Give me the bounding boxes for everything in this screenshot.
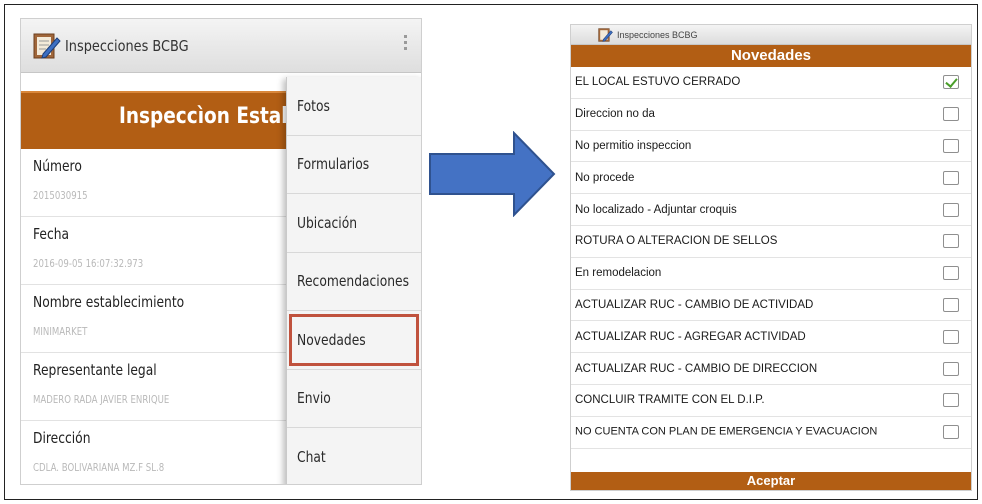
- menu-item-label: Fotos: [297, 96, 330, 115]
- list-item[interactable]: ACTUALIZAR RUC - AGREGAR ACTIVIDAD: [571, 321, 971, 354]
- overflow-menu: Fotos Formularios Ubicación Recomendacio…: [286, 77, 421, 484]
- item-label: No permitio inspeccion: [575, 139, 692, 152]
- list-item[interactable]: No permitio inspeccion: [571, 131, 971, 163]
- item-label: NO CUENTA CON PLAN DE EMERGENCIA Y EVACU…: [575, 425, 878, 438]
- menu-item-envio[interactable]: Envio: [287, 370, 421, 428]
- menu-item-chat[interactable]: Chat: [287, 428, 421, 484]
- item-label: Direccion no da: [575, 108, 655, 121]
- menu-item-fotos[interactable]: Fotos: [287, 77, 421, 136]
- menu-item-formularios[interactable]: Formularios: [287, 136, 421, 194]
- item-label: ACTUALIZAR RUC - CAMBIO DE ACTIVIDAD: [575, 298, 814, 311]
- list-item[interactable]: EL LOCAL ESTUVO CERRADO: [571, 67, 971, 99]
- item-label: ACTUALIZAR RUC - AGREGAR ACTIVIDAD: [575, 330, 806, 343]
- checkbox[interactable]: [943, 329, 959, 344]
- menu-item-recomendaciones[interactable]: Recomendaciones: [287, 253, 421, 311]
- checkbox[interactable]: [943, 393, 959, 408]
- menu-item-novedades[interactable]: Novedades: [287, 311, 421, 370]
- action-bar: Inspecciones BCBG: [571, 25, 971, 45]
- app-title: Inspecciones BCBG: [617, 29, 698, 40]
- list-item[interactable]: ACTUALIZAR RUC - CAMBIO DE DIRECCION: [571, 353, 971, 385]
- menu-item-label: Recomendaciones: [297, 272, 410, 291]
- field-value: CDLA. BOLIVARIANA MZ.F SL.8: [33, 461, 165, 474]
- field-label: Representante legal: [33, 361, 157, 379]
- menu-item-label: Envio: [297, 389, 331, 408]
- right-arrow-icon: [429, 131, 556, 217]
- menu-item-label: Ubicación: [297, 213, 358, 232]
- item-label: En remodelacion: [575, 267, 662, 280]
- notepad-pencil-icon: [33, 33, 61, 59]
- field-value: 2016-09-05 16:07:32.973: [33, 257, 144, 270]
- novedades-list: EL LOCAL ESTUVO CERRADO Direccion no da …: [571, 67, 971, 449]
- accept-button[interactable]: Aceptar: [571, 472, 971, 490]
- field-value: MADERO RADA JAVIER ENRIQUE: [33, 393, 170, 406]
- app-title: Inspecciones BCBG: [65, 36, 189, 55]
- notepad-pencil-icon: [598, 27, 613, 42]
- checkbox[interactable]: [943, 297, 959, 312]
- overflow-menu-icon[interactable]: [404, 35, 407, 50]
- menu-item-label: Chat: [297, 447, 326, 466]
- list-item[interactable]: No procede: [571, 162, 971, 195]
- field-label: Fecha: [33, 225, 70, 243]
- checkbox[interactable]: [943, 170, 959, 185]
- item-label: ROTURA O ALTERACION DE SELLOS: [575, 235, 778, 248]
- screen-title: Novedades: [571, 45, 971, 67]
- item-label: EL LOCAL ESTUVO CERRADO: [575, 76, 741, 89]
- field-label: Número: [33, 157, 82, 175]
- field-label: Nombre establecimiento: [33, 293, 185, 311]
- list-item[interactable]: ROTURA O ALTERACION DE SELLOS: [571, 226, 971, 258]
- checkbox[interactable]: [943, 266, 959, 281]
- field-value: 2015030915: [33, 189, 88, 202]
- list-item[interactable]: En remodelacion: [571, 258, 971, 290]
- checkbox[interactable]: [943, 361, 959, 376]
- list-item[interactable]: ACTUALIZAR RUC - CAMBIO DE ACTIVIDAD: [571, 290, 971, 322]
- item-label: No procede: [575, 171, 635, 184]
- inspection-screen: Inspecciones BCBG Inspeccìon Establecim …: [20, 18, 422, 485]
- checkbox[interactable]: [943, 138, 959, 153]
- item-label: ACTUALIZAR RUC - CAMBIO DE DIRECCION: [575, 362, 818, 375]
- checkbox[interactable]: [943, 202, 959, 217]
- checkbox[interactable]: [943, 234, 959, 249]
- checkbox[interactable]: [943, 107, 959, 122]
- list-item[interactable]: CONCLUIR TRAMITE CON EL D.I.P.: [571, 385, 971, 417]
- novedades-screen: Inspecciones BCBG Novedades EL LOCAL EST…: [570, 24, 972, 491]
- field-label: Dirección: [33, 429, 91, 447]
- item-label: CONCLUIR TRAMITE CON EL D.I.P.: [575, 394, 765, 407]
- menu-item-ubicacion[interactable]: Ubicación: [287, 194, 421, 253]
- menu-item-label: Formularios: [297, 155, 370, 174]
- action-bar: Inspecciones BCBG: [21, 19, 421, 73]
- list-item[interactable]: NO CUENTA CON PLAN DE EMERGENCIA Y EVACU…: [571, 417, 971, 449]
- checkbox[interactable]: [943, 425, 959, 440]
- field-value: MINIMARKET: [33, 325, 88, 338]
- list-item[interactable]: Direccion no da: [571, 99, 971, 131]
- checkbox-checked[interactable]: [943, 75, 959, 90]
- item-label: No localizado - Adjuntar croquis: [575, 203, 737, 216]
- list-item[interactable]: No localizado - Adjuntar croquis: [571, 194, 971, 226]
- menu-item-label: Novedades: [297, 330, 366, 349]
